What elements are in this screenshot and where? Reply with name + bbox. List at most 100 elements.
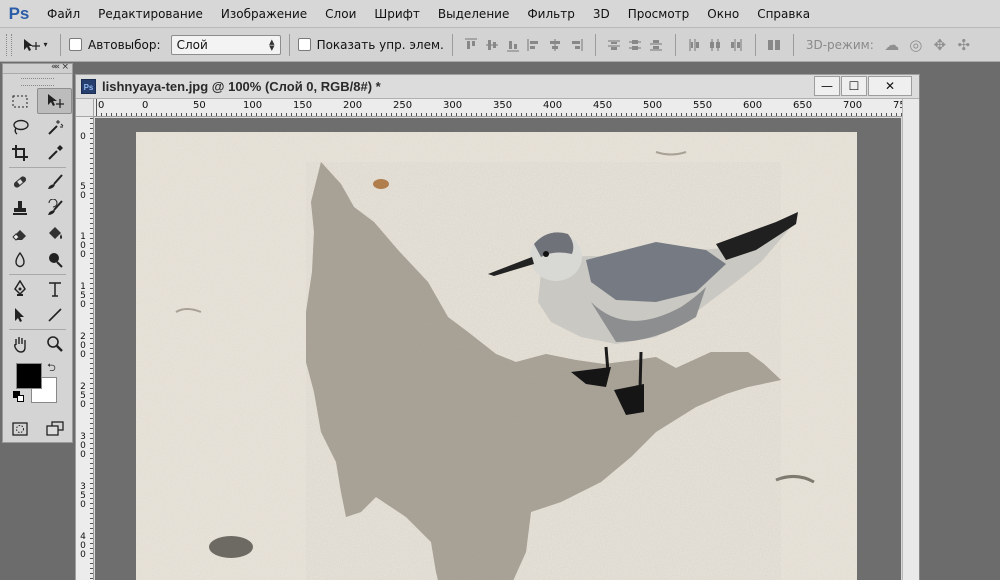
ruler-tick <box>271 113 272 116</box>
3d-orbit-icon[interactable]: ☁ <box>880 35 904 55</box>
vertical-ruler[interactable]: 0 5 0 1 0 0 1 5 0 2 0 0 2 5 0 3 0 0 3 5 0 4 0 0 <box>76 117 94 580</box>
ruler-tick <box>681 113 682 116</box>
magic-wand-tool[interactable] <box>38 114 73 140</box>
distribute-left-icon[interactable] <box>684 35 705 55</box>
tool-preset-picker[interactable]: ▾ <box>18 34 52 56</box>
menu-item[interactable]: 3D <box>584 0 619 28</box>
autoselect-checkbox[interactable] <box>69 38 82 51</box>
auto-align-layers-icon[interactable] <box>764 35 785 55</box>
ruler-origin[interactable] <box>76 99 94 117</box>
crop-tool[interactable] <box>3 140 38 166</box>
ruler-tick <box>851 113 852 116</box>
ruler-tick-label: 200 <box>343 100 363 111</box>
history-brush-tool[interactable] <box>38 195 73 221</box>
ruler-tick <box>346 113 347 116</box>
path-select-tool[interactable] <box>3 302 38 328</box>
menu-item[interactable]: Фильтр <box>518 0 583 28</box>
maximize-button[interactable]: ☐ <box>841 76 867 96</box>
3d-roll-icon[interactable]: ◎ <box>904 35 928 55</box>
ruler-tick-label: 1 5 0 <box>80 282 86 310</box>
ruler-tick <box>90 503 93 504</box>
align-left-icon[interactable] <box>524 35 545 55</box>
ruler-tick <box>631 113 632 116</box>
quick-mask-tool[interactable] <box>3 416 38 442</box>
ruler-tick <box>651 113 652 116</box>
foreground-color-swatch[interactable] <box>16 363 42 389</box>
menu-item[interactable]: Файл <box>38 0 89 28</box>
close-button[interactable]: ✕ <box>868 76 912 96</box>
autoselect-dropdown[interactable]: Слой ▲ ▼ <box>170 34 281 55</box>
ruler-tick <box>391 113 392 116</box>
blur-tool[interactable] <box>3 247 38 273</box>
canvas-area[interactable] <box>95 118 901 580</box>
ruler-tick <box>101 113 102 116</box>
menu-item[interactable]: Слои <box>316 0 365 28</box>
healing-brush-tool[interactable] <box>3 169 38 195</box>
distribute-bottom-icon[interactable] <box>646 35 667 55</box>
menu-item[interactable]: Шрифт <box>365 0 429 28</box>
ruler-tick <box>176 113 177 116</box>
minimize-button[interactable]: — <box>814 76 840 96</box>
align-right-icon[interactable] <box>566 35 587 55</box>
type-tool[interactable] <box>38 276 73 302</box>
distribute-vcenter-icon[interactable] <box>625 35 646 55</box>
ruler-tick <box>591 113 592 116</box>
eraser-tool[interactable] <box>3 221 38 247</box>
close-panel-icon[interactable]: × <box>61 62 69 72</box>
menu-item[interactable]: Просмотр <box>619 0 699 28</box>
align-bottom-icon[interactable] <box>503 35 524 55</box>
document-image[interactable] <box>136 132 857 580</box>
dodge-tool[interactable] <box>38 247 73 273</box>
horizontal-ruler[interactable]: 0 0 50 100 150 200 250 300 350 400 450 500 550 600 650… <box>94 99 902 117</box>
tools-panel-grip[interactable] <box>21 78 54 86</box>
pen-tool[interactable] <box>3 276 38 302</box>
3d-slide-icon[interactable]: ✣ <box>952 35 976 55</box>
separator <box>754 33 756 56</box>
ruler-tick <box>90 253 93 254</box>
collapse-panel-icon[interactable]: «« <box>51 62 60 72</box>
distribute-right-icon[interactable] <box>726 35 747 55</box>
swap-colors-icon[interactable]: ⮌ <box>47 359 56 378</box>
ruler-tick <box>841 113 842 116</box>
clone-stamp-tool[interactable] <box>3 195 38 221</box>
ruler-tick <box>156 113 157 116</box>
screen-mode-icon <box>46 421 64 436</box>
line-tool[interactable] <box>38 302 73 328</box>
eyedropper-tool[interactable] <box>38 140 73 166</box>
distribute-top-icon[interactable] <box>604 35 625 55</box>
brush-tool[interactable] <box>38 169 73 195</box>
document-tab[interactable]: Ps lishnyaya-ten.jpg @ 100% (Слой 0, RGB… <box>76 75 919 99</box>
align-top-icon[interactable] <box>461 35 482 55</box>
spinner-arrows-icon: ▲ ▼ <box>269 37 275 52</box>
separator <box>674 33 676 56</box>
ruler-tick <box>90 203 93 204</box>
ruler-tick <box>356 113 357 116</box>
menu-item[interactable]: Окно <box>698 0 748 28</box>
align-hcenter-icon[interactable] <box>545 35 566 55</box>
move-tool[interactable] <box>37 88 72 114</box>
zoom-tool[interactable] <box>38 331 73 357</box>
ruler-tick <box>90 298 93 299</box>
menu-item[interactable]: Выделение <box>429 0 518 28</box>
ruler-tick <box>90 443 93 444</box>
menu-item[interactable]: Изображение <box>212 0 316 28</box>
menu-item[interactable]: Справка <box>748 0 819 28</box>
rect-marquee-tool[interactable] <box>3 88 37 114</box>
distribute-hcenter-icon[interactable] <box>705 35 726 55</box>
separator <box>792 33 794 56</box>
align-vcenter-icon[interactable] <box>482 35 503 55</box>
lasso-tool[interactable] <box>3 114 38 140</box>
options-bar-grip[interactable] <box>6 33 12 56</box>
ruler-tick <box>146 113 147 116</box>
default-colors-icon[interactable] <box>13 391 25 403</box>
quick-mask-icon <box>12 422 28 436</box>
3d-pan-icon[interactable]: ✥ <box>928 35 952 55</box>
ruler-tick <box>90 288 93 289</box>
screen-mode-tool[interactable] <box>38 416 73 442</box>
show-transform-checkbox[interactable] <box>297 38 311 51</box>
vertical-scrollbar[interactable] <box>902 99 919 580</box>
ruler-tick <box>566 113 567 116</box>
hand-tool[interactable] <box>3 331 38 357</box>
menu-item[interactable]: Редактирование <box>89 0 212 28</box>
paint-bucket-tool[interactable] <box>38 221 73 247</box>
